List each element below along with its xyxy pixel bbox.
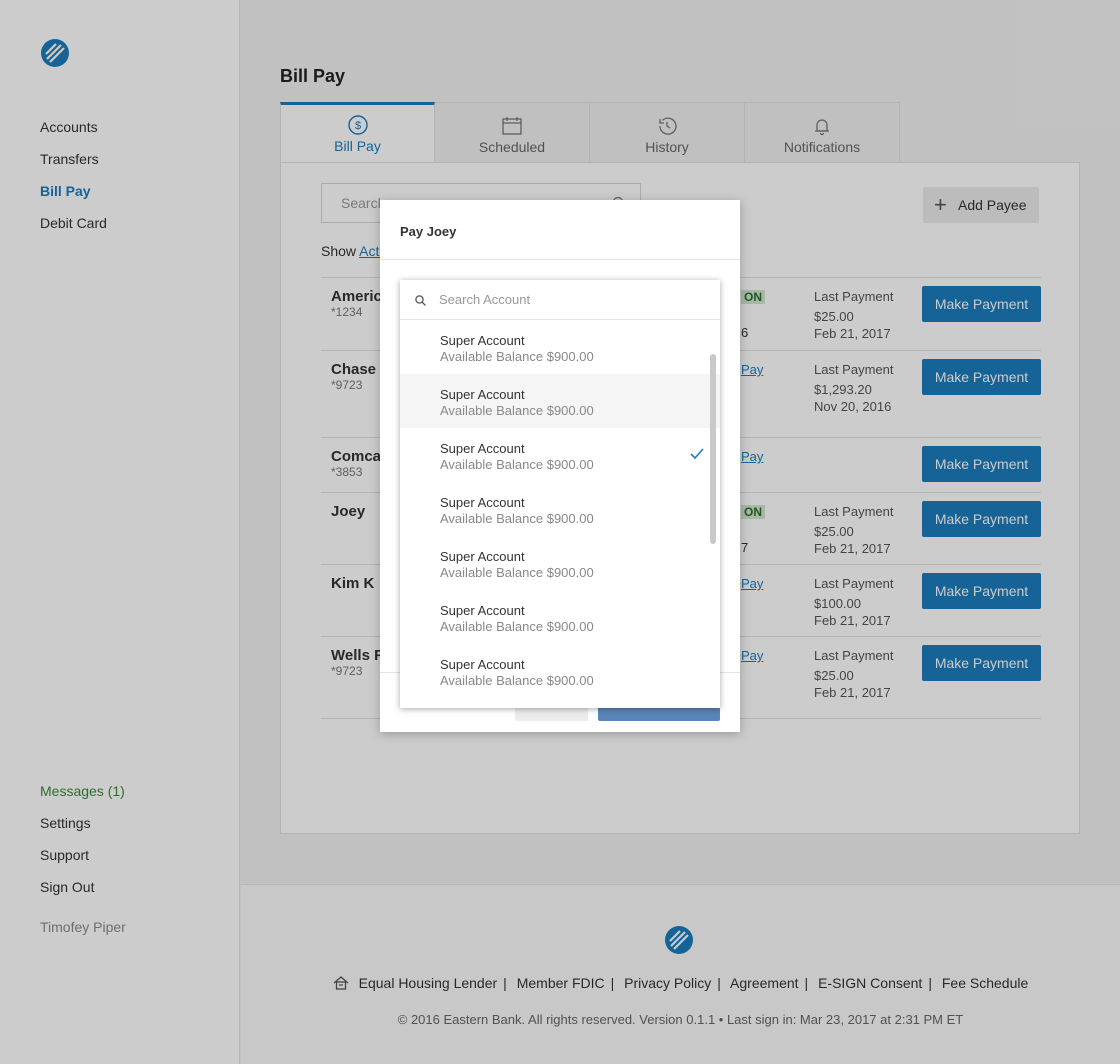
account-search xyxy=(400,280,720,320)
account-name: Super Account xyxy=(440,495,525,510)
account-name: Super Account xyxy=(440,387,525,402)
dropdown-scrollbar[interactable] xyxy=(710,354,716,544)
account-option[interactable]: Super Account Available Balance $900.00 xyxy=(400,536,720,590)
search-icon xyxy=(415,295,426,306)
account-balance: Available Balance $900.00 xyxy=(440,673,594,688)
account-option[interactable]: Super Account Available Balance $900.00 xyxy=(400,590,720,644)
account-balance: Available Balance $900.00 xyxy=(440,511,594,526)
account-balance: Available Balance $900.00 xyxy=(440,349,594,364)
account-name: Super Account xyxy=(440,333,525,348)
account-search-input[interactable] xyxy=(439,280,699,319)
account-balance: Available Balance $900.00 xyxy=(440,403,594,418)
account-option[interactable]: Super Account Available Balance $900.00 xyxy=(400,374,720,428)
account-name: Super Account xyxy=(440,441,525,456)
account-option-selected[interactable]: Super Account Available Balance $900.00 xyxy=(400,428,720,482)
account-name: Super Account xyxy=(440,657,525,672)
account-balance: Available Balance $900.00 xyxy=(440,457,594,472)
account-option[interactable]: Super Account Available Balance $900.00 xyxy=(400,482,720,536)
account-balance: Available Balance $900.00 xyxy=(440,565,594,580)
check-icon xyxy=(690,448,704,459)
account-name: Super Account xyxy=(440,603,525,618)
account-option[interactable]: Super Account Available Balance $900.00 xyxy=(400,644,720,698)
account-list: Super Account Available Balance $900.00 … xyxy=(400,320,720,698)
account-dropdown: Super Account Available Balance $900.00 … xyxy=(400,280,720,708)
account-option[interactable]: Super Account Available Balance $900.00 xyxy=(400,320,720,374)
modal-title: Pay Joey xyxy=(380,200,740,260)
account-name: Super Account xyxy=(440,549,525,564)
account-balance: Available Balance $900.00 xyxy=(440,619,594,634)
